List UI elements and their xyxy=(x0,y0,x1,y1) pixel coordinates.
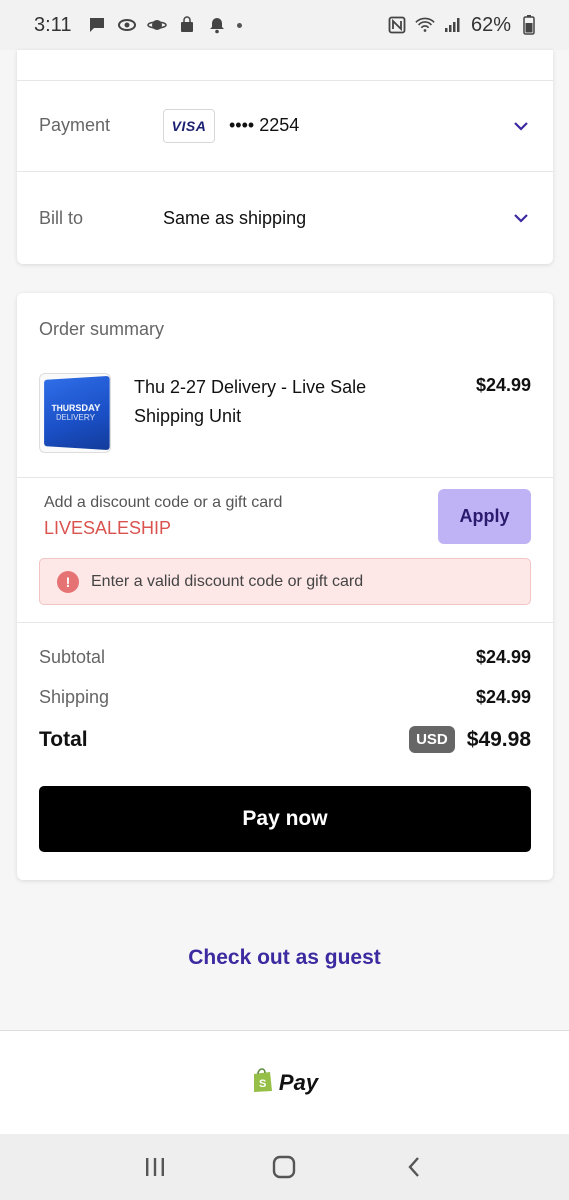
apply-button[interactable]: Apply xyxy=(438,489,531,544)
total-label: Total xyxy=(39,727,88,751)
currency-badge: USD xyxy=(409,726,455,753)
divider xyxy=(17,477,553,478)
divider xyxy=(17,622,553,623)
shop-pay-label: Pay xyxy=(278,1069,319,1095)
discount-error-text: Enter a valid discount code or gift card xyxy=(91,572,364,590)
order-summary-card: Order summary THURSDAY DELIVERY Thu 2-27… xyxy=(17,293,553,880)
delivery-box-image: THURSDAY DELIVERY xyxy=(44,375,110,451)
planet-icon xyxy=(147,15,168,35)
signal-icon xyxy=(443,15,463,35)
back-icon[interactable] xyxy=(394,1147,434,1187)
battery-percent: 62% xyxy=(470,13,511,36)
shopping-bag-icon xyxy=(177,15,197,35)
checkout-as-guest-link[interactable]: Check out as guest xyxy=(0,946,569,970)
message-icon xyxy=(87,15,107,35)
product-name: Thu 2-27 Delivery - Live Sale Shipping U… xyxy=(134,377,367,426)
status-right: 62% xyxy=(387,14,539,37)
bill-to-value: Same as shipping xyxy=(163,207,307,228)
pay-now-button[interactable]: Pay now xyxy=(39,786,531,852)
subtotal-label: Subtotal xyxy=(39,647,106,667)
thumb-text-2: DELIVERY xyxy=(56,412,96,422)
nfc-icon xyxy=(387,15,407,35)
discount-error-alert: ! Enter a valid discount code or gift ca… xyxy=(39,558,531,605)
status-time: 3:11 xyxy=(34,13,72,36)
svg-text:S: S xyxy=(259,1078,266,1090)
notification-dot-icon xyxy=(237,22,243,28)
shopify-bag-icon: S xyxy=(251,1067,273,1098)
product-price: $24.99 xyxy=(475,375,531,395)
divider xyxy=(17,80,553,81)
chevron-down-icon[interactable] xyxy=(511,208,531,228)
bill-to-label: Bill to xyxy=(39,207,84,228)
shop-pay-button[interactable]: S Pay xyxy=(0,1030,569,1134)
system-nav-bar xyxy=(0,1134,569,1200)
bell-icon xyxy=(207,15,227,35)
total-amount-group: USD $49.98 xyxy=(409,726,531,753)
subtotal-row: Subtotal $24.99 xyxy=(39,647,531,668)
shipping-label: Shipping xyxy=(39,687,110,707)
product-thumbnail: THURSDAY DELIVERY xyxy=(39,373,111,453)
chevron-down-icon[interactable] xyxy=(511,116,531,136)
payment-row[interactable]: Payment VISA •••• 2254 xyxy=(17,80,553,172)
subtotal-value: $24.99 xyxy=(475,647,531,667)
bill-to-row[interactable]: Bill to Same as shipping xyxy=(17,172,553,264)
status-bar: 3:11 62% xyxy=(0,0,569,50)
discount-field-label: Add a discount code or a gift card xyxy=(44,494,283,511)
visa-logo-icon: VISA xyxy=(163,108,215,143)
card-number: •••• 2254 xyxy=(229,115,300,135)
total-value: $49.98 xyxy=(466,727,531,751)
payment-value: VISA •••• 2254 xyxy=(163,108,300,143)
checkout-details-card: Payment VISA •••• 2254 Bill to Same as s… xyxy=(17,50,553,264)
home-icon[interactable] xyxy=(264,1147,304,1187)
status-left: 3:11 xyxy=(34,13,243,37)
recent-apps-icon[interactable] xyxy=(135,1147,175,1187)
wifi-icon xyxy=(415,15,435,35)
order-summary-title: Order summary xyxy=(39,319,165,339)
discount-code-input[interactable]: LIVESALESHIP xyxy=(44,518,171,539)
shipping-row: Shipping $24.99 xyxy=(39,687,531,708)
payment-label: Payment xyxy=(39,115,111,135)
eye-icon xyxy=(117,15,137,35)
total-row: Total USD $49.98 xyxy=(39,726,531,753)
battery-icon xyxy=(519,15,539,35)
shipping-value: $24.99 xyxy=(475,687,531,707)
error-icon: ! xyxy=(57,570,79,593)
